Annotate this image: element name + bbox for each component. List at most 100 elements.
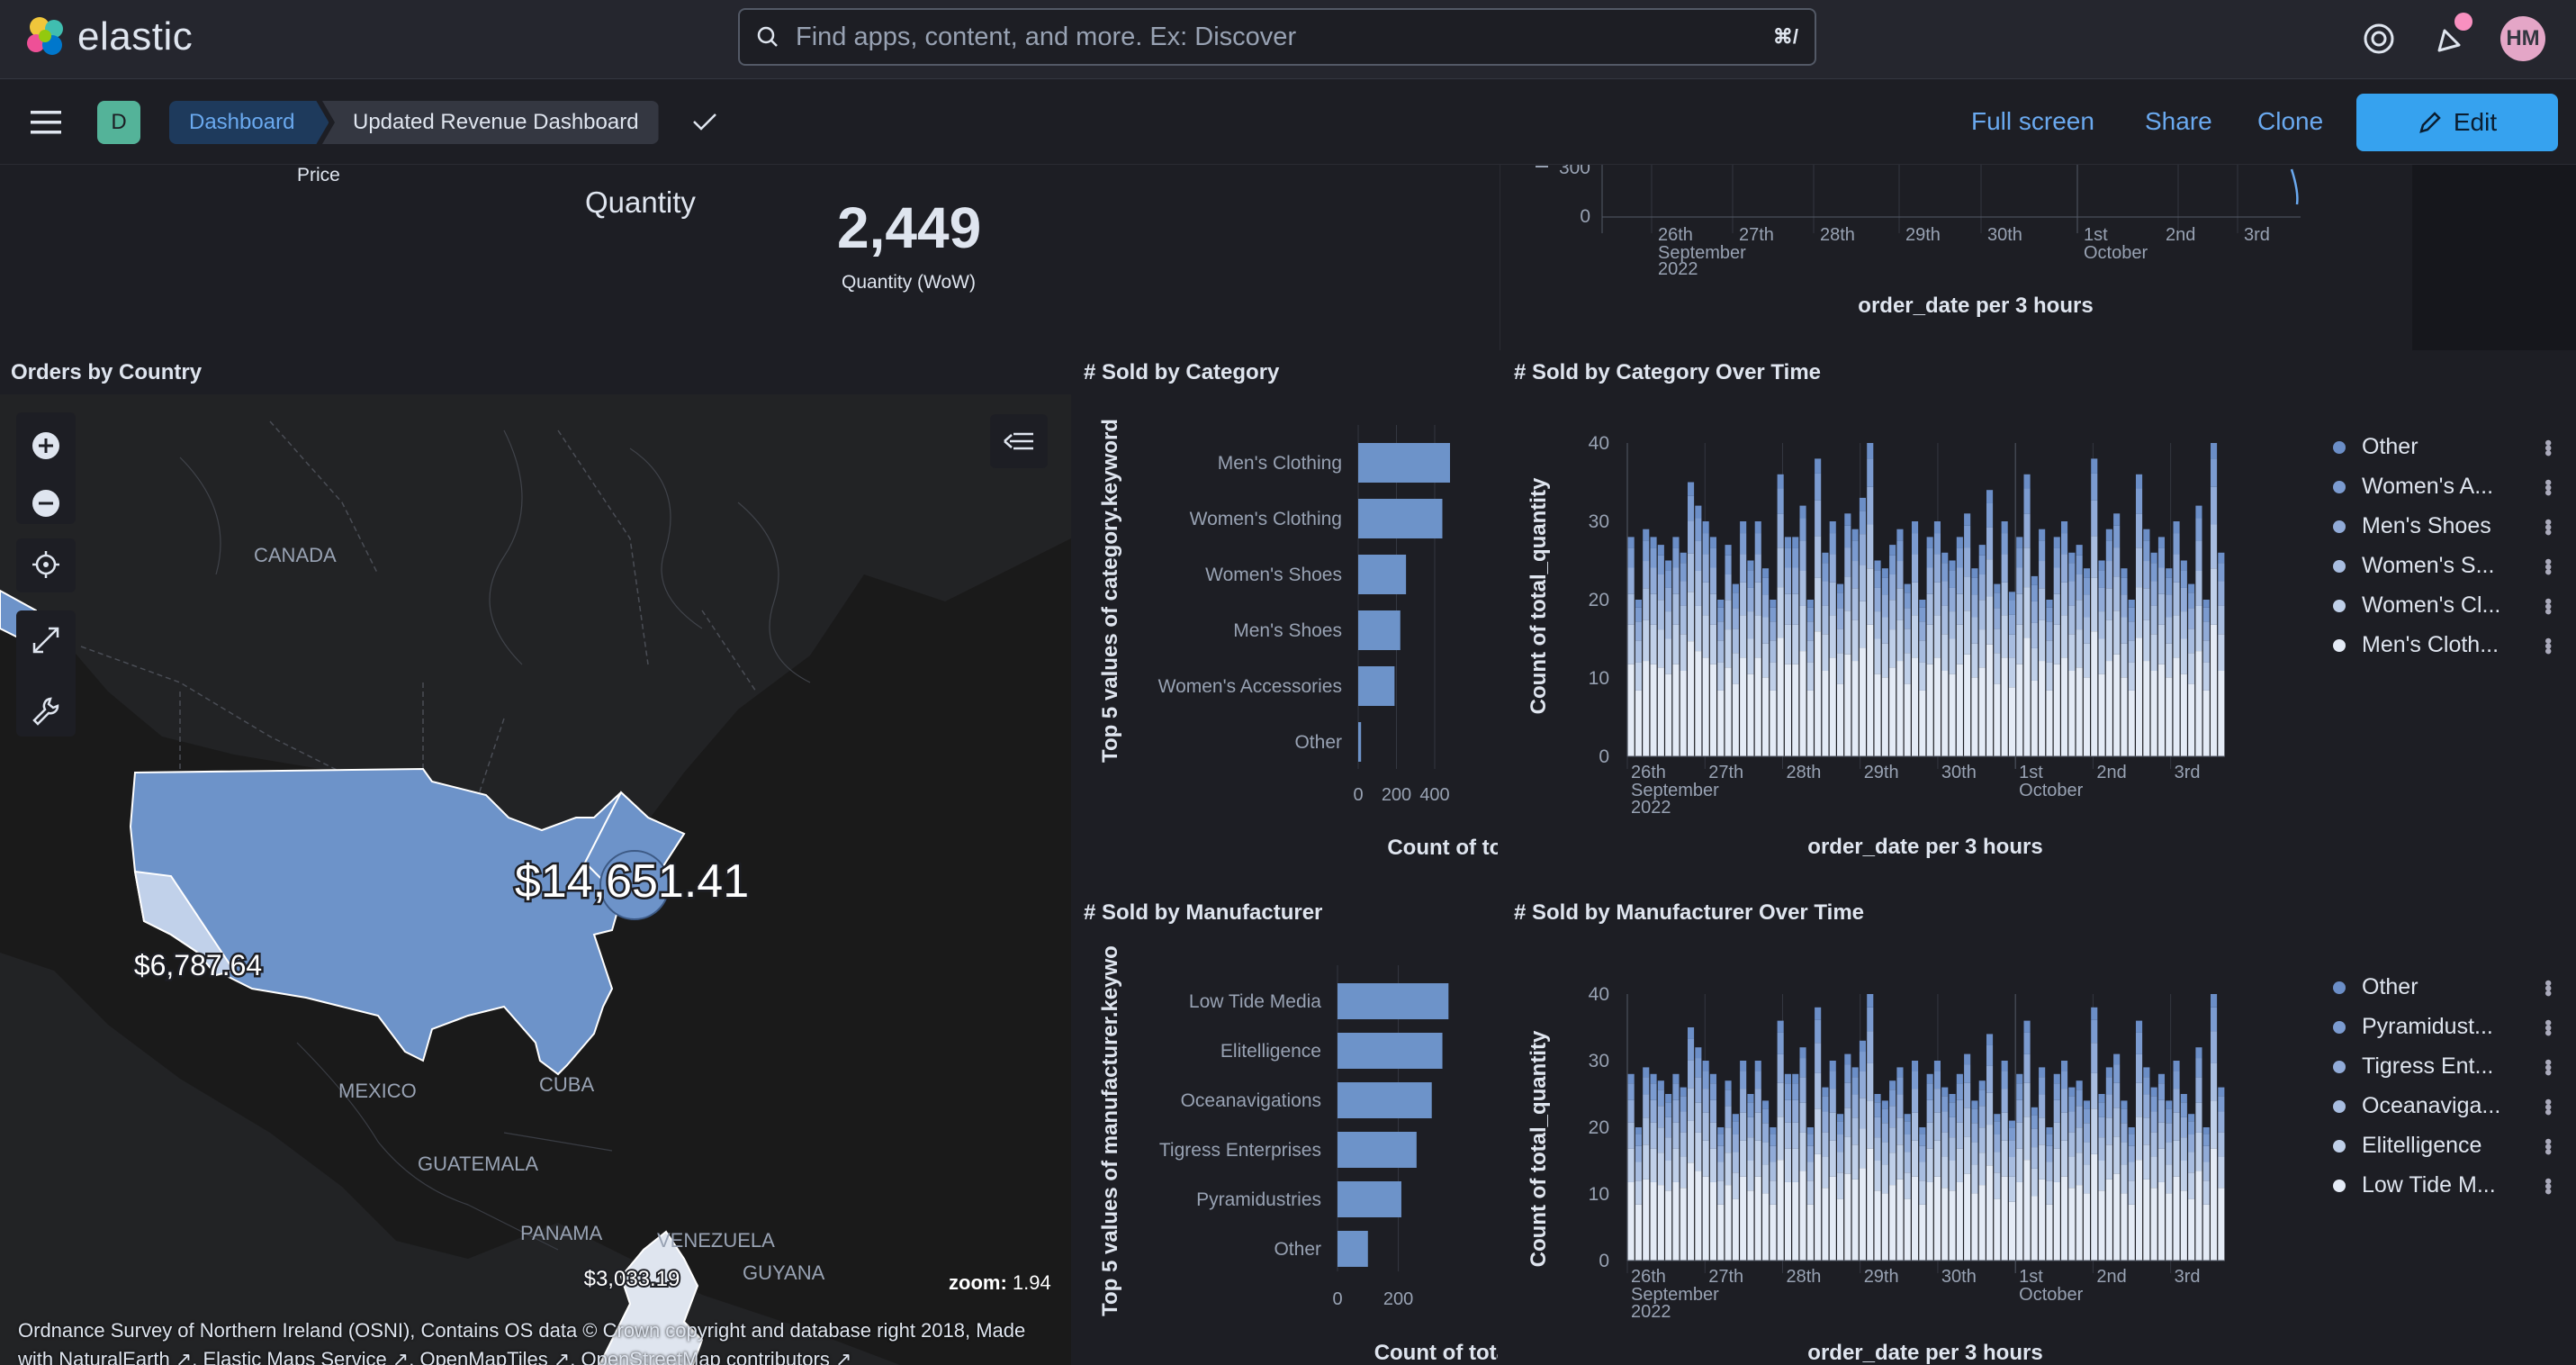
wrench-icon[interactable] [31, 695, 61, 726]
legend-item[interactable]: Other ••• [2333, 974, 2560, 1000]
bar [1358, 666, 1395, 706]
legend-menu-icon[interactable]: ••• [2536, 1019, 2560, 1035]
stacked-bar-segment [1784, 593, 1791, 625]
stacked-bar-segment [2136, 1053, 2143, 1083]
stacked-bar-segment [2039, 540, 2046, 562]
stacked-bar-segment [1627, 664, 1635, 756]
legend-menu-icon[interactable]: ••• [2536, 558, 2560, 574]
help-icon[interactable] [2362, 22, 2396, 56]
stacked-bar-segment [1986, 1092, 1994, 1125]
legend-menu-icon[interactable]: ••• [2536, 1059, 2560, 1074]
stacked-bar-segment [1799, 651, 1806, 756]
stacked-bar-segment [2136, 488, 2143, 514]
expand-icon[interactable] [31, 625, 61, 655]
stacked-bar-segment [2113, 547, 2121, 577]
stacked-bar-segment [1806, 1134, 1814, 1146]
stacked-bar-segment [2188, 1121, 2195, 1134]
stacked-bar-segment [1657, 600, 1664, 630]
fullscreen-button[interactable]: Full screen [1971, 107, 2094, 136]
stacked-bar-segment [1829, 657, 1836, 756]
stacked-bar-segment [1874, 1116, 1881, 1138]
legend-item[interactable]: Women's S... ••• [2333, 553, 2560, 579]
stacked-bar-segment [1933, 615, 1941, 658]
stacked-bar-segment [2023, 488, 2031, 514]
legend-menu-icon[interactable]: ••• [2536, 1098, 2560, 1114]
orders-map[interactable]: CANADA MEXICO CUBA GUATEMALA PANAMA VENE… [0, 394, 1071, 1365]
legend-menu-icon[interactable]: ••• [2536, 439, 2560, 455]
clone-button[interactable]: Clone [2257, 107, 2323, 136]
layers-toggle[interactable] [990, 414, 1048, 468]
stacked-bar-segment [2053, 593, 2060, 625]
menu-icon[interactable] [31, 110, 63, 135]
stacked-bar-segment [2016, 1083, 2023, 1100]
legend-item[interactable]: Men's Cloth... ••• [2333, 632, 2560, 658]
legend-item[interactable]: Women's A... ••• [2333, 474, 2560, 500]
stacked-bar-segment [1754, 615, 1761, 658]
stacked-bar-segment [2023, 1032, 2031, 1054]
legend-menu-icon[interactable]: ••• [2536, 479, 2560, 494]
legend-item[interactable]: Other ••• [2333, 434, 2560, 460]
legend-item[interactable]: Low Tide M... ••• [2333, 1172, 2560, 1198]
legend-menu-icon[interactable]: ••• [2536, 519, 2560, 534]
stacked-bar-segment [2008, 634, 2015, 658]
legend-item[interactable]: Men's Shoes ••• [2333, 513, 2560, 539]
stacked-bar-segment [1881, 677, 1888, 756]
legend-menu-icon[interactable]: ••• [2536, 637, 2560, 653]
legend-menu-icon[interactable]: ••• [2536, 1138, 2560, 1153]
stacked-bar-segment [2173, 1089, 2180, 1113]
stacked-bar-segment [1941, 1111, 1949, 1133]
stacked-bar-segment [2001, 1112, 2008, 1141]
legend-item[interactable]: Oceanaviga... ••• [2333, 1093, 2560, 1119]
stacked-bar-segment [1986, 1125, 1994, 1166]
elastic-logo[interactable]: elastic [23, 14, 193, 59]
stacked-bar-segment [1777, 637, 1784, 756]
stacked-bar-segment [1815, 536, 1822, 578]
legend-item[interactable]: Women's Cl... ••• [2333, 592, 2560, 619]
breadcrumb-dashboard[interactable]: Dashboard [169, 101, 329, 144]
stacked-bar-segment [1672, 1181, 1680, 1261]
sold-by-category-chart: Top 5 values of category.keyword Count o… [1098, 419, 1498, 860]
legend-item[interactable]: Elitelligence ••• [2333, 1133, 2560, 1159]
stacked-bar-segment [2098, 1161, 2105, 1191]
stacked-bar-segment [1904, 1121, 1911, 1134]
stacked-bar-segment [1815, 500, 1822, 537]
stacked-bar-segment [2113, 1064, 2121, 1083]
zoom-out-icon[interactable] [31, 488, 61, 519]
crosshair-icon[interactable] [31, 549, 61, 580]
stacked-bar-segment [2166, 1164, 2173, 1194]
stacked-bar-segment [1680, 1096, 1687, 1112]
user-avatar[interactable]: HM [2500, 16, 2545, 61]
stacked-bar-segment [1904, 592, 1911, 609]
attribution-line-2[interactable]: with NaturalEarth ↗, Elastic Maps Servic… [18, 1345, 1025, 1365]
stacked-bar-segment [1837, 592, 1844, 609]
legend-menu-icon[interactable]: ••• [2536, 980, 2560, 995]
stacked-bar-segment [2143, 1077, 2150, 1095]
stacked-bar-segment [1777, 1160, 1784, 1261]
legend-item[interactable]: Tigress Ent... ••• [2333, 1053, 2560, 1080]
global-search[interactable]: Find apps, content, and more. Ex: Discov… [738, 8, 1816, 66]
stacked-bar-segment [1702, 533, 1709, 555]
stacked-bar-segment [1688, 482, 1695, 496]
stacked-bar-segment [1956, 664, 1963, 756]
x-tick: 28th [1786, 1267, 1821, 1287]
stacked-bar-segment [1971, 1123, 1978, 1143]
stacked-bar-segment [1837, 653, 1844, 684]
stacked-bar-segment [2031, 622, 2038, 648]
stacked-bar-segment [1986, 559, 1994, 597]
legend-item[interactable]: Pyramidust... ••• [2333, 1014, 2560, 1040]
stacked-bar-segment [2031, 601, 2038, 623]
legend-menu-icon[interactable]: ••• [2536, 1178, 2560, 1193]
stacked-bar-segment [1643, 1144, 1650, 1180]
legend-menu-icon[interactable]: ••• [2536, 598, 2560, 613]
share-button[interactable]: Share [2145, 107, 2212, 136]
edit-button[interactable]: Edit [2356, 94, 2558, 151]
stacked-bar-segment [2046, 1180, 2053, 1205]
stacked-bar-segment [1919, 1162, 1926, 1181]
timeline-xtick: 27th [1739, 225, 1774, 245]
stacked-bar-segment [2105, 1179, 2112, 1261]
zoom-in-icon[interactable] [31, 430, 61, 461]
space-avatar[interactable]: D [97, 101, 140, 144]
stacked-bar-segment [1971, 643, 1978, 678]
stacked-bar-segment [2053, 664, 2060, 756]
stacked-bar-segment [2016, 1099, 2023, 1123]
